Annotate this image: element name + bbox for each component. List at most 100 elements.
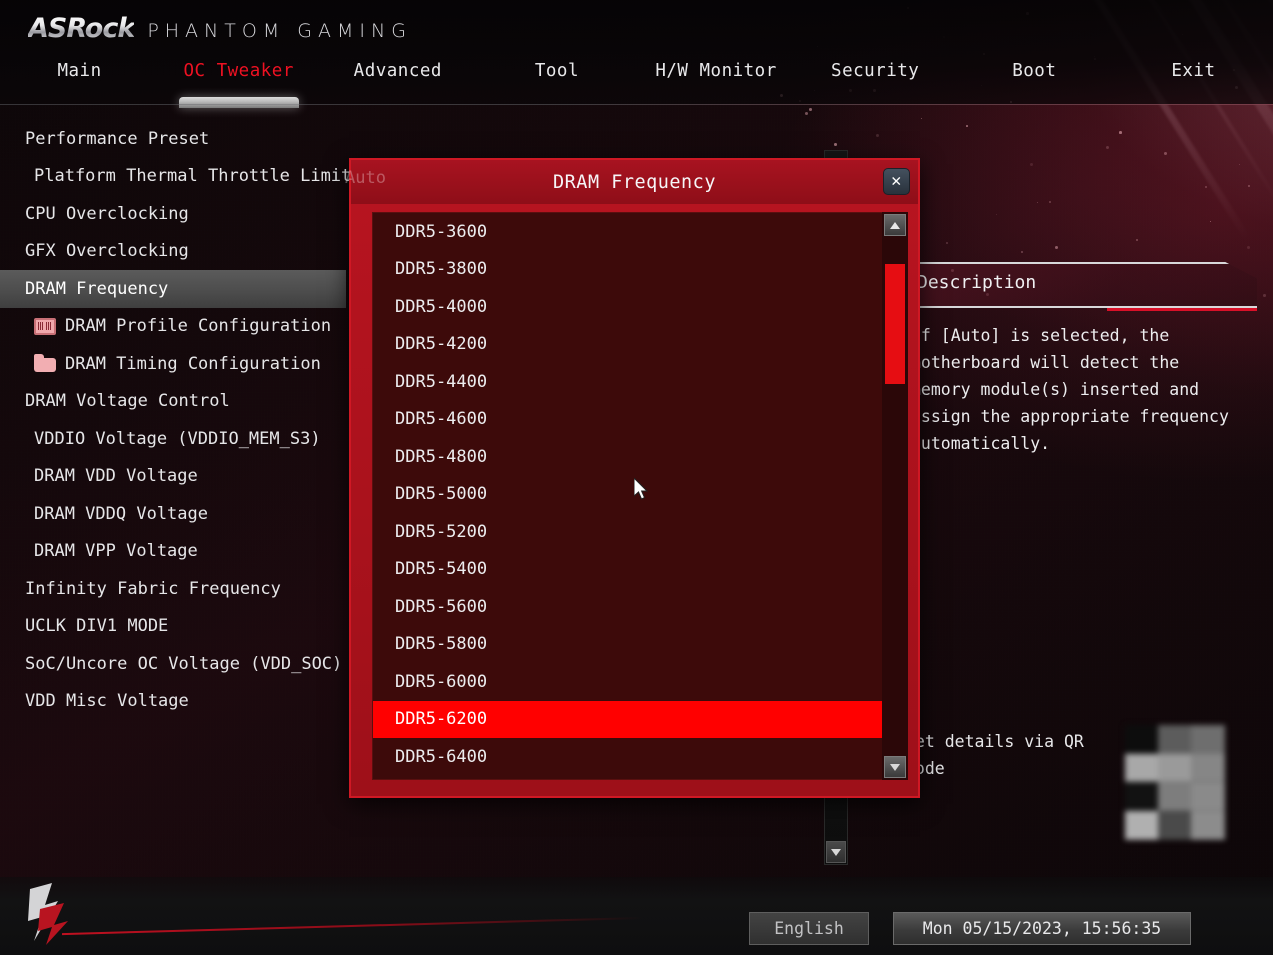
tab-oc-tweaker[interactable]: OC Tweaker [159,58,318,94]
description-line: assign the appropriate frequency [911,403,1257,430]
dialog-option[interactable]: DDR5-4200 [373,326,898,364]
light-speck [996,214,997,215]
menu-item-label: GFX Overclocking [25,241,189,261]
menu-item-label: DRAM VPP Voltage [34,541,198,561]
dialog-option[interactable]: DDR5-4400 [373,363,898,401]
dialog-option[interactable]: DDR5-4600 [373,401,898,439]
menu-item-uclk-div1-mode[interactable]: UCLK DIV1 MODE [0,608,346,646]
footer-bar: English Mon 05/15/2023, 15:56:35 [0,877,1273,955]
tab-h-w-monitor[interactable]: H/W Monitor [637,58,796,94]
chevron-down-icon [831,849,841,856]
dialog-option-label: DDR5-5400 [395,559,487,579]
menu-item-dram-profile-configuration[interactable]: DRAM Profile Configuration [0,308,346,346]
light-speck [921,118,922,119]
menu-item-label: DRAM VDD Voltage [34,466,198,486]
tab-exit[interactable]: Exit [1114,58,1273,94]
menu-item-soc-uncore-oc-voltage-vdd-soc[interactable]: SoC/Uncore OC Voltage (VDD_SOC) [0,645,346,683]
menu-item-label: DRAM Timing Configuration [65,354,321,374]
menu-item-label: Infinity Fabric Frequency [25,579,281,599]
menu-item-platform-thermal-throttle-limit[interactable]: Platform Thermal Throttle Limit [0,158,346,196]
menu-item-label: DRAM Frequency [25,279,168,299]
menu-item-label: CPU Overclocking [25,204,189,224]
menu-item-label: DRAM Profile Configuration [65,316,331,336]
dialog-option[interactable]: DDR5-6200 [373,701,898,739]
menu-item-dram-frequency[interactable]: DRAM Frequency [0,270,346,308]
tab-label: H/W Monitor [655,61,776,81]
dialog-option-label: DDR5-4400 [395,372,487,392]
dialog-option-label: DDR5-4800 [395,447,487,467]
menu-item-label: SoC/Uncore OC Voltage (VDD_SOC) [25,654,342,674]
dialog-option[interactable]: DDR5-6000 [373,663,898,701]
datetime-display[interactable]: Mon 05/15/2023, 15:56:35 [893,912,1191,945]
menu-item-cpu-overclocking[interactable]: CPU Overclocking [0,195,346,233]
dialog-option-label: DDR5-3800 [395,259,487,279]
dialog-option[interactable]: DDR5-4000 [373,288,898,326]
menu-item-label: DRAM Voltage Control [25,391,230,411]
light-speck [1164,152,1167,155]
dialog-option[interactable]: DDR5-3600 [373,213,898,251]
tab-boot[interactable]: Boot [955,58,1114,94]
dialog-option[interactable]: DDR5-5400 [373,551,898,589]
tab-security[interactable]: Security [796,58,955,94]
dialog-option-label: DDR5-5600 [395,597,487,617]
light-speck [1210,221,1211,222]
dialog-option-label: DDR5-6400 [395,747,487,767]
dialog-option-label: DDR5-5200 [395,522,487,542]
memory-module-icon [34,318,56,335]
folder-icon [34,358,56,372]
light-speck [1136,239,1138,241]
dialog-scroll-up-button[interactable] [884,214,906,236]
phantom-gaming-logo-icon [18,879,90,947]
dialog-scrollbar-thumb[interactable] [885,264,905,384]
dialog-scroll-down-button[interactable] [884,756,906,778]
dialog-option-label: DDR5-6200 [395,709,487,729]
dialog-option[interactable]: DDR5-6400 [373,738,898,776]
chevron-up-icon [890,222,900,229]
language-button[interactable]: English [749,912,869,945]
light-speck [805,112,808,115]
dialog-option[interactable]: DDR5-3800 [373,251,898,289]
menu-item-dram-vddq-voltage[interactable]: DRAM VDDQ Voltage [0,495,346,533]
light-speck [1055,246,1058,249]
description-accent-line [1107,308,1257,311]
mouse-cursor-icon [634,478,651,502]
menu-item-performance-preset[interactable]: Performance Preset [0,120,346,158]
light-speck [1247,246,1250,249]
menu-item-gfx-overclocking[interactable]: GFX Overclocking [0,233,346,271]
description-line: If [Auto] is selected, the [911,322,1257,349]
chevron-down-icon [890,764,900,771]
page-scroll-down-button[interactable] [826,841,846,863]
menu-item-dram-vpp-voltage[interactable]: DRAM VPP Voltage [0,533,346,571]
dialog-option[interactable]: DDR5-5200 [373,513,898,551]
menu-item-vddio-voltage-vddio-mem-s3[interactable]: VDDIO Voltage (VDDIO_MEM_S3) [0,420,346,458]
tab-label: Main [57,61,101,81]
dialog-option[interactable]: DDR5-5600 [373,588,898,626]
light-speck [1239,164,1240,165]
dialog-title-bar: DRAM Frequency ✕ [351,160,918,204]
main-nav[interactable]: Main OC Tweaker Advanced Tool H/W Monitor Sec… [0,58,1273,94]
dialog-scrollbar[interactable] [882,212,908,780]
menu-item-infinity-fabric-frequency[interactable]: Infinity Fabric Frequency [0,570,346,608]
menu-item-dram-timing-configuration[interactable]: DRAM Timing Configuration [0,345,346,383]
tab-main[interactable]: Main [0,58,159,94]
menu-item-dram-voltage-control[interactable]: DRAM Voltage Control [0,383,346,421]
header-bar: ASRock PHANTOM GAMING Main OC Tweaker Adva… [0,0,1273,105]
dialog-option[interactable]: DDR5-5800 [373,626,898,664]
settings-menu[interactable]: Performance Preset Platform Thermal Throt… [0,120,346,720]
close-icon[interactable]: ✕ [883,168,910,195]
tab-advanced[interactable]: Advanced [318,58,477,94]
light-speck [1037,202,1038,203]
menu-item-vdd-misc-voltage[interactable]: VDD Misc Voltage [0,683,346,721]
dialog-option-label: DDR5-4600 [395,409,487,429]
tab-tool[interactable]: Tool [477,58,636,94]
description-line: automatically. [911,430,1257,457]
qr-code-image [1125,725,1225,840]
menu-item-dram-vdd-voltage[interactable]: DRAM VDD Voltage [0,458,346,496]
light-speck [946,242,948,244]
light-speck [1119,131,1122,134]
description-panel: Description If [Auto] is selected, the mo… [905,262,1257,457]
tab-label: Tool [535,61,579,81]
dialog-option-label: DDR5-5000 [395,484,487,504]
dialog-option[interactable]: DDR5-4800 [373,438,898,476]
description-line: memory module(s) inserted and [911,376,1257,403]
